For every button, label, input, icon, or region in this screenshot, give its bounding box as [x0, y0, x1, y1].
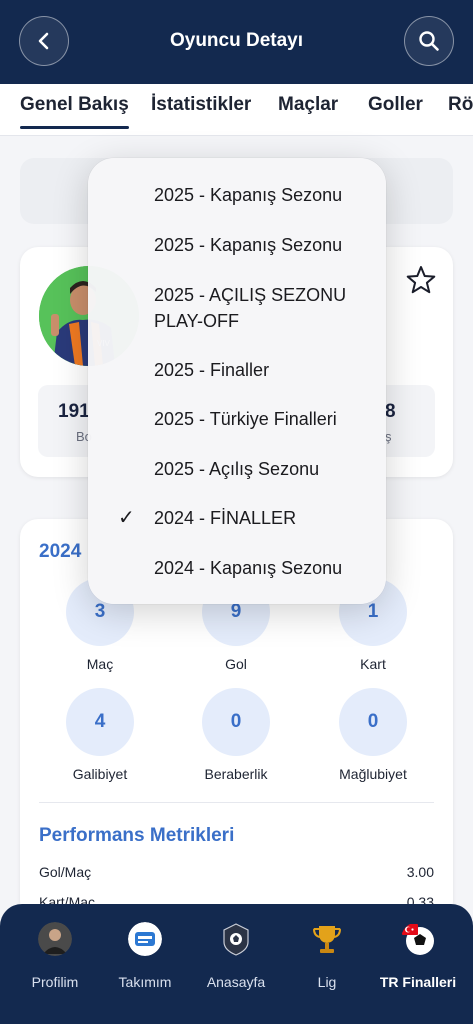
bottom-navigation: Profilim Takımım Anasayfa Lig TR Finalle…	[0, 904, 473, 1024]
favorite-star-icon[interactable]	[405, 264, 437, 296]
cards-stat-label: Kart	[360, 656, 386, 672]
nav-profile[interactable]: Profilim	[10, 922, 100, 990]
nav-label: Anasayfa	[206, 974, 266, 990]
season-option[interactable]: 2025 - Finaller	[154, 357, 374, 383]
metric-value: 3.00	[406, 864, 434, 880]
tab-reports[interactable]: Röp	[448, 94, 473, 116]
season-year-label: 2024	[39, 541, 82, 562]
app-header: Oyuncu Detayı	[0, 0, 473, 84]
nav-home[interactable]: Anasayfa	[191, 922, 281, 990]
wins-stat-circle: 4	[66, 688, 134, 756]
season-option[interactable]: 2025 - Kapanış Sezonu	[154, 182, 374, 208]
league-logo-icon	[223, 923, 249, 956]
metric-row: Gol/Maç 3.00	[39, 864, 434, 880]
nav-label: Profilim	[31, 974, 79, 990]
season-option[interactable]: 2024 - Kapanış Sezonu	[154, 555, 374, 581]
performance-title: Performans Metrikleri	[39, 825, 235, 846]
nav-label: TR Finalleri	[379, 974, 457, 990]
matches-stat-label: Maç	[86, 656, 114, 672]
divider	[39, 802, 434, 803]
season-option[interactable]: 2025 - Açılış Sezonu	[154, 456, 374, 482]
page-title: Oyuncu Detayı	[169, 30, 304, 51]
checkmark-icon: ✓	[118, 507, 135, 529]
tab-matches[interactable]: Maçlar	[278, 94, 338, 116]
nav-league[interactable]: Lig	[282, 922, 372, 990]
profile-photo-icon	[38, 922, 72, 956]
losses-stat-circle: 0	[339, 688, 407, 756]
season-option[interactable]: 2025 - Kapanış Sezonu	[154, 232, 374, 258]
turkey-football-icon	[402, 924, 434, 955]
losses-stat-label: Mağlubiyet	[339, 766, 407, 782]
season-option[interactable]: 2025 - Türkiye Finalleri	[154, 406, 374, 432]
goals-stat-label: Gol	[225, 656, 247, 672]
search-icon	[419, 31, 439, 51]
trophy-icon	[312, 926, 342, 953]
metric-label: Gol/Maç	[39, 864, 92, 880]
draws-stat-circle: 0	[202, 688, 270, 756]
season-option-selected[interactable]: 2024 - FİNALLER	[154, 505, 374, 531]
nav-team[interactable]: Takımım	[100, 922, 190, 990]
draws-stat-label: Beraberlik	[204, 766, 268, 782]
stat-left-value: 191	[58, 401, 90, 422]
nav-label: Takımım	[118, 974, 172, 990]
tab-bar: Genel Bakış İstatistikler Maçlar Goller …	[0, 84, 473, 136]
tab-statistics[interactable]: İstatistikler	[151, 94, 251, 116]
tab-overview[interactable]: Genel Bakış	[20, 94, 129, 129]
stat-right-value: 8	[385, 401, 396, 422]
nav-tr-finals[interactable]: TR Finalleri	[373, 922, 463, 990]
season-dropdown-menu: 2025 - Kapanış Sezonu 2025 - Kapanış Sez…	[88, 158, 386, 604]
tab-goals[interactable]: Goller	[368, 94, 423, 116]
season-option[interactable]: 2025 - AÇILIŞ SEZONU PLAY-OFF	[154, 282, 374, 334]
search-button[interactable]	[404, 16, 454, 66]
nav-label: Lig	[317, 974, 337, 990]
team-logo-icon	[128, 922, 162, 956]
wins-stat-label: Galibiyet	[72, 766, 128, 782]
